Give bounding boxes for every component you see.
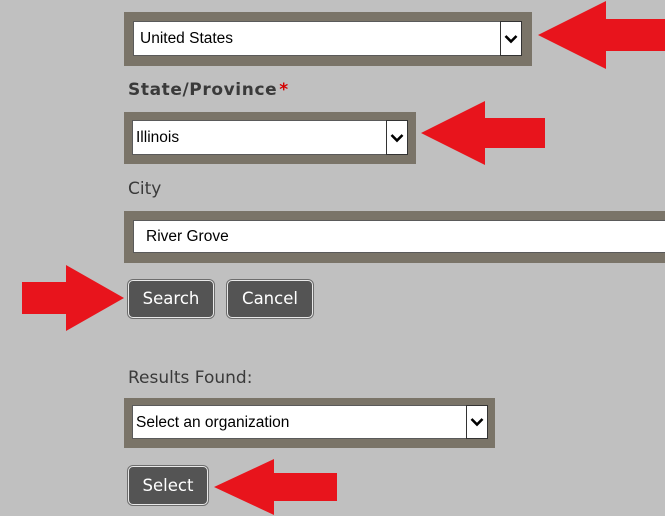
state-dropdown-button[interactable] [386,120,408,155]
state-select[interactable]: Illinois [132,120,408,155]
results-select-frame: Select an organization [124,398,495,448]
results-label: Results Found: [128,368,253,388]
city-input-frame: River Grove [124,211,665,263]
required-marker: * [279,80,289,100]
annotation-arrow-select [214,459,337,515]
state-select-value: Illinois [136,129,180,146]
annotation-arrow-state [421,101,545,165]
city-input[interactable]: River Grove [133,220,665,253]
country-select-frame: United States [124,12,532,66]
search-button[interactable]: Search [128,280,214,318]
country-select-value: United States [140,30,234,47]
cancel-button[interactable]: Cancel [227,280,313,318]
country-select[interactable]: United States [133,21,522,56]
annotation-arrow-search [22,265,124,331]
chevron-down-icon [504,34,518,43]
chevron-down-icon [470,418,484,427]
country-dropdown-button[interactable] [500,21,522,56]
city-input-value: River Grove [146,228,229,245]
select-button[interactable]: Select [128,466,208,505]
chevron-down-icon [390,133,404,142]
annotation-arrow-country [538,1,665,69]
country-label-cutoff [128,0,134,6]
organization-select-value: Select an organization [136,414,290,431]
organization-dropdown-button[interactable] [466,405,488,439]
state-label: State/Province * [128,80,289,100]
organization-select[interactable]: Select an organization [132,405,488,439]
city-label: City [128,179,162,199]
state-select-frame: Illinois [124,112,416,164]
